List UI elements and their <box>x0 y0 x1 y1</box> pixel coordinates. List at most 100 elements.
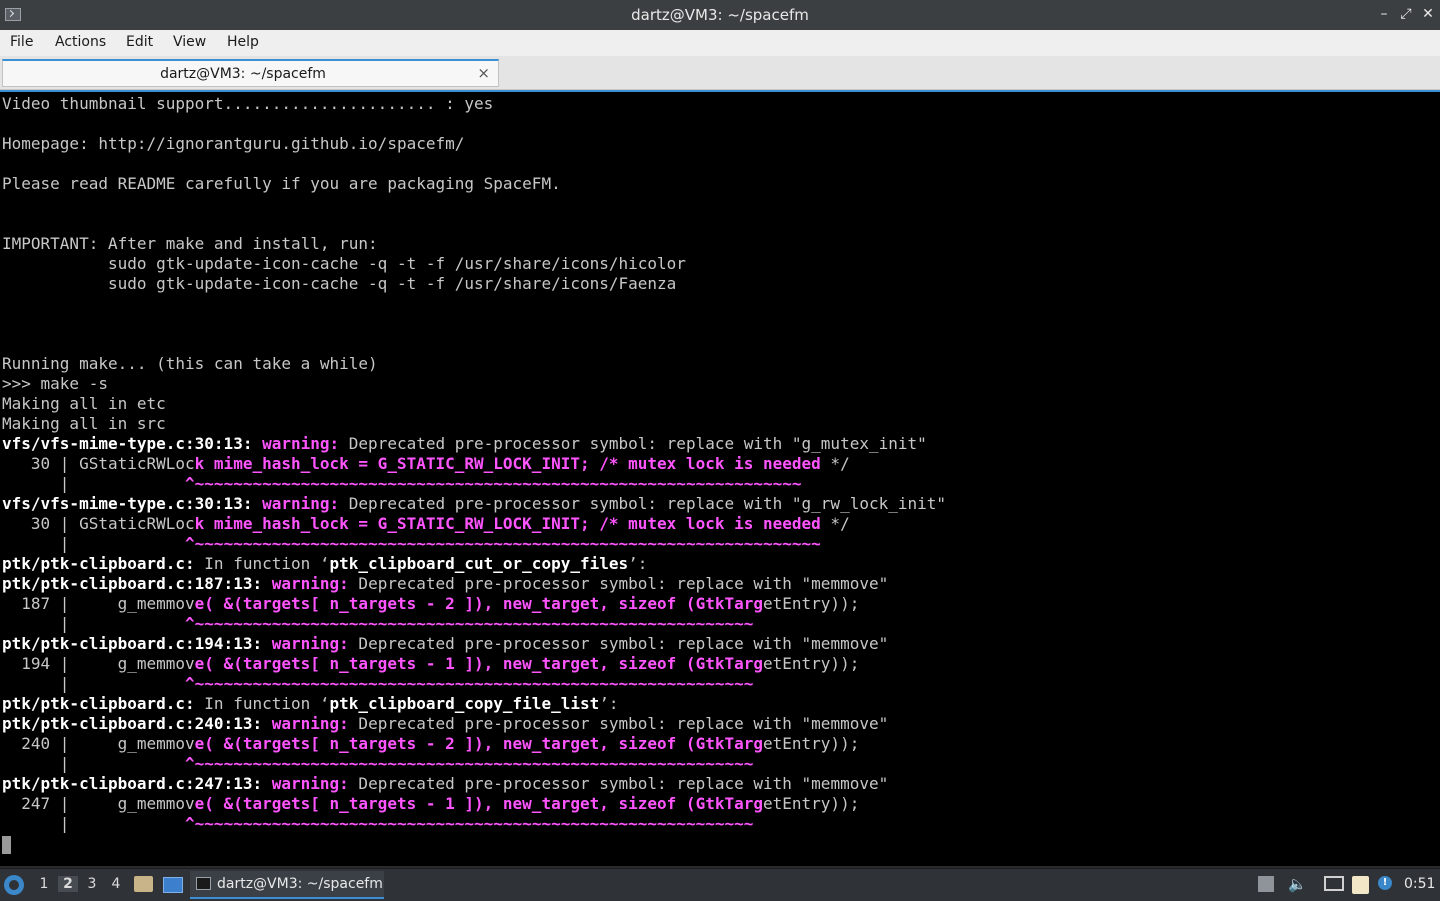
show-desktop-icon[interactable] <box>163 877 183 893</box>
terminal-text: etEntry)); <box>763 594 860 613</box>
terminal-text: sudo gtk-update-icon-cache -q -t -f /usr… <box>2 254 686 273</box>
terminal-line: ptk/ptk-clipboard.c:187:13: warning: Dep… <box>2 574 1438 594</box>
terminal-line: Video thumbnail support.................… <box>2 94 1438 114</box>
terminal-text: Deprecated pre-processor symbol: replace… <box>348 714 889 733</box>
terminal-text: ptk/ptk-clipboard.c: <box>2 554 195 573</box>
terminal-text: Running make... (this can take a while) <box>2 354 378 373</box>
terminal-text: warning: <box>262 434 340 453</box>
terminal-line: Homepage: http://ignorantguru.github.io/… <box>2 134 1438 154</box>
terminal-line: Making all in src <box>2 414 1438 434</box>
tab-label: dartz@VM3: ~/spacefm <box>160 66 326 82</box>
terminal-lines: Video thumbnail support.................… <box>2 94 1438 854</box>
close-window-button[interactable]: ✕ <box>1420 6 1436 22</box>
terminal-text: In function ‘ <box>194 554 330 573</box>
terminal-line: 187 | g_memmove( &(targets[ n_targets - … <box>2 594 1438 614</box>
terminal-line: 30 | GStaticRWLock mime_hash_lock = G_ST… <box>2 454 1438 474</box>
workspace-4[interactable]: 4 <box>106 876 126 892</box>
terminal-text: */ <box>820 454 850 473</box>
terminal-text: Deprecated pre-processor symbol: replace… <box>339 434 927 453</box>
terminal-text: ptk/ptk-clipboard.c:187:13: <box>2 574 263 593</box>
terminal-line: ptk/ptk-clipboard.c: In function ‘ptk_cl… <box>2 554 1438 574</box>
terminal-line: | ^~~~~~~~~~~~~~~~~~~~~~~~~~~~~~~~~~~~~~… <box>2 814 1438 834</box>
terminal-text: | <box>2 814 186 833</box>
volume-icon[interactable]: 🔈 <box>1288 875 1307 893</box>
terminal-line: | ^~~~~~~~~~~~~~~~~~~~~~~~~~~~~~~~~~~~~~… <box>2 674 1438 694</box>
workspace-3[interactable]: 3 <box>82 876 102 892</box>
terminal-line: Running make... (this can take a while) <box>2 354 1438 374</box>
menu-view[interactable]: View <box>173 34 206 50</box>
terminal-line: sudo gtk-update-icon-cache -q -t -f /usr… <box>2 254 1438 274</box>
terminal-text: Making all in src <box>2 414 166 433</box>
clock[interactable]: 0:51 <box>1404 876 1435 892</box>
terminal-text: warning: <box>271 634 349 653</box>
start-menu-icon[interactable] <box>4 875 24 895</box>
terminal-text: warning: <box>271 774 349 793</box>
terminal-text: ptk/ptk-clipboard.c:247:13: <box>2 774 263 793</box>
terminal-text: 187 | g_memmov <box>2 594 195 613</box>
terminal-text: etEntry)); <box>763 734 860 753</box>
terminal-text: Deprecated pre-processor symbol: replace… <box>339 494 947 513</box>
notification-icon[interactable]: ! <box>1378 876 1392 890</box>
tab-terminal[interactable]: dartz@VM3: ~/spacefm × <box>2 59 499 87</box>
terminal-text: Please read README carefully if you are … <box>2 174 561 193</box>
terminal-line: | ^~~~~~~~~~~~~~~~~~~~~~~~~~~~~~~~~~~~~~… <box>2 614 1438 634</box>
terminal-line: Please read README carefully if you are … <box>2 174 1438 194</box>
menu-actions[interactable]: Actions <box>55 34 106 50</box>
terminal-text: sudo gtk-update-icon-cache -q -t -f /usr… <box>2 274 677 293</box>
terminal-text: Deprecated pre-processor symbol: replace… <box>348 574 889 593</box>
terminal-text: e( &(targets[ n_targets - 2 ]), new_targ… <box>194 594 763 613</box>
terminal-text: 247 | g_memmov <box>2 794 195 813</box>
terminal-output[interactable]: Video thumbnail support.................… <box>0 90 1440 866</box>
terminal-text: */ <box>820 514 850 533</box>
menu-file[interactable]: File <box>10 34 33 50</box>
menu-help[interactable]: Help <box>227 34 259 50</box>
terminal-text: k mime_hash_lock = G_STATIC_RW_LOCK_INIT… <box>194 514 821 533</box>
terminal-line: ptk/ptk-clipboard.c: In function ‘ptk_cl… <box>2 694 1438 714</box>
terminal-text: Deprecated pre-processor symbol: replace… <box>348 634 889 653</box>
terminal-text: ^~~~~~~~~~~~~~~~~~~~~~~~~~~~~~~~~~~~~~~~… <box>185 674 754 693</box>
workspace-2[interactable]: 2 <box>58 876 78 892</box>
terminal-text: ptk/ptk-clipboard.c: <box>2 694 195 713</box>
file-manager-icon[interactable] <box>134 876 153 892</box>
terminal-text: ^~~~~~~~~~~~~~~~~~~~~~~~~~~~~~~~~~~~~~~~… <box>185 534 821 553</box>
terminal-text: >>> make -s <box>2 374 108 393</box>
terminal-text: etEntry)); <box>763 794 860 813</box>
window-title: dartz@VM3: ~/spacefm <box>631 6 809 24</box>
network-icon[interactable] <box>1324 876 1344 891</box>
terminal-prompt-line <box>2 834 1438 854</box>
window-titlebar[interactable]: dartz@VM3: ~/spacefm – ⤢ ✕ <box>0 0 1440 30</box>
terminal-text: ^~~~~~~~~~~~~~~~~~~~~~~~~~~~~~~~~~~~~~~~… <box>185 754 754 773</box>
terminal-text: etEntry)); <box>763 654 860 673</box>
taskbar-item-terminal[interactable]: dartz@VM3: ~/spacefm <box>190 871 384 899</box>
clipboard-icon[interactable] <box>1352 876 1369 894</box>
terminal-line: sudo gtk-update-icon-cache -q -t -f /usr… <box>2 274 1438 294</box>
terminal-text: | <box>2 754 186 773</box>
terminal-text: ptk/ptk-clipboard.c:194:13: <box>2 634 263 653</box>
terminal-line: vfs/vfs-mime-type.c:30:13: warning: Depr… <box>2 494 1438 514</box>
minimize-button[interactable]: – <box>1376 6 1392 22</box>
update-notifier-icon[interactable] <box>1258 876 1274 892</box>
terminal-line: 240 | g_memmove( &(targets[ n_targets - … <box>2 734 1438 754</box>
terminal-text: vfs/vfs-mime-type.c:30:13: <box>2 494 253 513</box>
terminal-text: 30 | GStaticRWLoc <box>2 454 195 473</box>
terminal-text: 240 | g_memmov <box>2 734 195 753</box>
terminal-text: warning: <box>271 574 349 593</box>
terminal-line: ptk/ptk-clipboard.c:194:13: warning: Dep… <box>2 634 1438 654</box>
terminal-text: | <box>2 674 186 693</box>
menu-edit[interactable]: Edit <box>126 34 153 50</box>
tab-close-icon[interactable]: × <box>477 64 490 82</box>
maximize-button[interactable]: ⤢ <box>1398 6 1414 22</box>
terminal-text: Making all in etc <box>2 394 166 413</box>
workspace-1[interactable]: 1 <box>34 876 54 892</box>
taskbar-item-label: dartz@VM3: ~/spacefm <box>217 876 383 892</box>
terminal-text: ^~~~~~~~~~~~~~~~~~~~~~~~~~~~~~~~~~~~~~~~… <box>185 814 754 833</box>
